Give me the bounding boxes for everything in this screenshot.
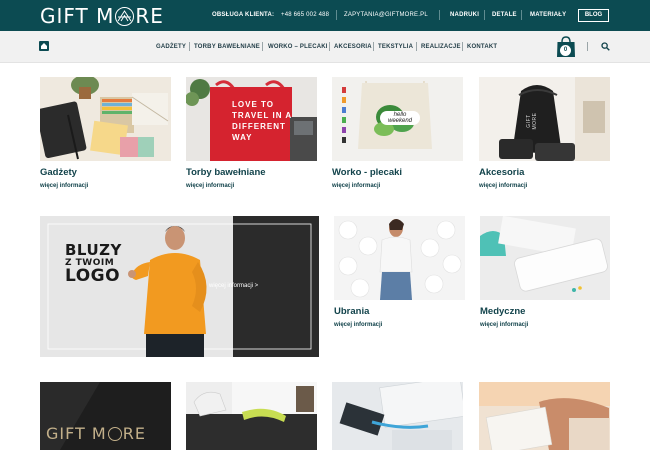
nav-item-worko-plecaki[interactable]: WORKO – PLECAKI bbox=[268, 44, 328, 50]
site-logo[interactable]: GIFT M RE bbox=[40, 4, 164, 28]
product-image-gadzety[interactable] bbox=[40, 77, 171, 161]
banner-line-1: BLUZY bbox=[65, 241, 122, 259]
top-link-detale[interactable]: DETALE bbox=[492, 12, 517, 18]
product-image-medyczne[interactable] bbox=[480, 216, 610, 300]
nav-item-kontakt[interactable]: KONTAKT bbox=[467, 44, 497, 50]
product-title-ubrania[interactable]: Ubrania bbox=[334, 306, 369, 317]
divider bbox=[484, 10, 485, 20]
divider bbox=[587, 42, 588, 51]
bag-print-text: LOVE TO TRAVEL IN A DIFFERENT WAY bbox=[232, 100, 292, 142]
embossed-logo-right: RE bbox=[122, 424, 146, 443]
search-icon[interactable] bbox=[601, 42, 610, 51]
product-image-notes[interactable]: GIFT M RE bbox=[40, 382, 171, 450]
product-image-outdoor[interactable] bbox=[479, 382, 610, 450]
top-link-materialy[interactable]: MATERIAŁY bbox=[530, 12, 566, 18]
divider bbox=[189, 42, 190, 51]
hoodies-banner[interactable]: BLUZY Z TWOIM LOGO bbox=[40, 216, 319, 357]
logo-o-mark-icon bbox=[115, 6, 135, 26]
more-info-link-gadzety[interactable]: więcej informacji bbox=[40, 183, 88, 189]
banner-line-3: LOGO bbox=[65, 266, 121, 286]
accessory-print-text: GIFT MORE bbox=[526, 112, 538, 130]
product-title-gadzety[interactable]: Gadżety bbox=[40, 167, 77, 178]
more-info-link-ubrania[interactable]: więcej informacji bbox=[334, 322, 382, 328]
banner-headline: BLUZY Z TWOIM LOGO bbox=[65, 241, 122, 286]
nav-item-realizacje[interactable]: REALIZACJE bbox=[421, 44, 461, 50]
product-image-worko-plecaki[interactable]: hello weekend bbox=[332, 77, 463, 161]
product-title-akcesoria[interactable]: Akcesoria bbox=[479, 167, 524, 178]
divider bbox=[262, 42, 263, 51]
backpack-print-text: hello weekend bbox=[380, 111, 420, 125]
divider bbox=[416, 42, 417, 51]
more-info-link-akcesoria[interactable]: więcej informacji bbox=[479, 183, 527, 189]
product-title-medyczne[interactable]: Medyczne bbox=[480, 306, 525, 317]
customer-service-label: OBSŁUGA KLIENTA: bbox=[212, 12, 275, 18]
nav-item-tekstylia[interactable]: TEKSTYLIA bbox=[378, 44, 413, 50]
logo-text-right: RE bbox=[135, 4, 164, 28]
main-nav: GADŻETY TORBY BAWEŁNIANE WORKO – PLECAKI… bbox=[0, 31, 650, 63]
blog-button[interactable]: BLOG bbox=[578, 9, 609, 22]
divider bbox=[329, 42, 330, 51]
embossed-o-mark-icon bbox=[107, 426, 122, 441]
product-image-electronics[interactable] bbox=[332, 382, 463, 450]
divider bbox=[373, 42, 374, 51]
divider bbox=[521, 10, 522, 20]
divider bbox=[336, 10, 337, 20]
product-image-embroidery[interactable] bbox=[186, 382, 317, 450]
nav-item-akcesoria[interactable]: AKCESORIA bbox=[334, 44, 372, 50]
banner-more-info-link[interactable]: więcej informacji > bbox=[209, 283, 258, 289]
product-image-akcesoria[interactable]: GIFT MORE bbox=[479, 77, 610, 161]
product-image-ubrania[interactable] bbox=[334, 216, 465, 300]
nav-item-torby[interactable]: TORBY BAWEŁNIANE bbox=[194, 44, 260, 50]
product-image-torby[interactable]: LOVE TO TRAVEL IN A DIFFERENT WAY bbox=[186, 77, 317, 161]
nav-item-gadzety[interactable]: GADŻETY bbox=[156, 44, 186, 50]
divider bbox=[439, 10, 440, 20]
product-title-worko-plecaki[interactable]: Worko - plecaki bbox=[332, 167, 402, 178]
cart-count-badge: 0 bbox=[560, 45, 571, 56]
home-icon[interactable] bbox=[39, 41, 49, 51]
product-title-torby[interactable]: Torby bawełniane bbox=[186, 167, 266, 178]
top-link-nadruki[interactable]: NADRUKI bbox=[450, 12, 479, 18]
top-bar: GIFT M RE OBSŁUGA KLIENTA: +48 665 002 4… bbox=[0, 0, 650, 31]
phone-link[interactable]: +48 665 002 488 bbox=[281, 12, 329, 18]
embossed-logo: GIFT M RE bbox=[46, 424, 146, 443]
email-link[interactable]: ZAPYTANIA@GIFTMORE.PL bbox=[344, 12, 428, 18]
logo-text-left: GIFT M bbox=[40, 4, 115, 28]
more-info-link-torby[interactable]: więcej informacji bbox=[186, 183, 234, 189]
more-info-link-medyczne[interactable]: więcej informacji bbox=[480, 322, 528, 328]
divider bbox=[462, 42, 463, 51]
more-info-link-worko-plecaki[interactable]: więcej informacji bbox=[332, 183, 380, 189]
embossed-logo-left: GIFT M bbox=[46, 424, 107, 443]
